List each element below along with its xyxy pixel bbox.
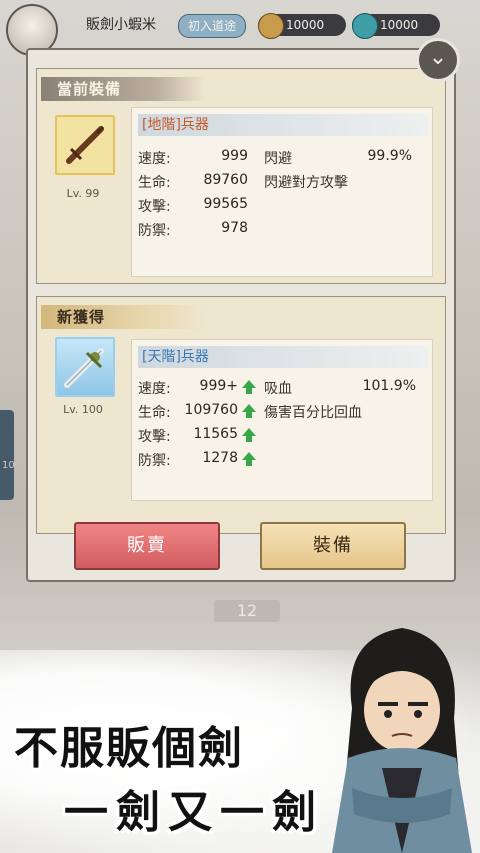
current-weapon-info: [地階]兵器 速度: 999 生命: 89760 攻擊: 99565 防禦: 9…	[131, 107, 433, 277]
stat-value-hp: 109760	[184, 402, 238, 418]
arrow-up-icon	[242, 428, 256, 442]
new-weapon-level: Lv. 100	[63, 403, 103, 416]
equip-button[interactable]: 裝備	[260, 522, 406, 570]
stat-label-hp: 生命:	[138, 175, 171, 191]
new-weapon-grade: [天階]兵器	[138, 346, 428, 368]
sell-button[interactable]: 販賣	[74, 522, 220, 570]
coin-value: 10000	[286, 18, 325, 32]
stat-label-defense: 防禦:	[138, 223, 171, 239]
special-label: 閃避	[264, 151, 292, 167]
stat-label-speed: 速度:	[138, 381, 171, 397]
stat-value-defense: 978	[221, 220, 248, 236]
new-weapon-slot[interactable]	[55, 337, 115, 397]
stat-value-hp: 89760	[203, 172, 248, 188]
arrow-up-icon	[242, 404, 256, 418]
special-value: 99.9%	[367, 148, 412, 164]
arrow-up-icon	[242, 380, 256, 394]
swordsman-character	[332, 628, 472, 853]
background-side-label: 10	[2, 460, 15, 471]
special-label: 吸血	[264, 381, 292, 397]
current-weapon-slot[interactable]	[55, 115, 115, 175]
background-counter: 12	[214, 600, 280, 622]
arrow-up-icon	[242, 452, 256, 466]
current-equipment-title: 當前裝備	[41, 77, 205, 101]
top-bar: 販劍小蝦米 初入道途 10000 10000	[0, 0, 480, 56]
chevron-down-icon: ⌄	[428, 45, 448, 70]
stat-value-speed: 999	[221, 148, 248, 164]
player-name: 販劍小蝦米	[86, 17, 156, 33]
coin-counter: 10000	[258, 13, 346, 39]
stat-label-hp: 生命:	[138, 405, 171, 421]
stat-value-attack: 11565	[193, 426, 238, 442]
current-equipment-panel: 當前裝備 Lv. 99 [地階]兵器 速度: 999 生命: 89760 攻擊:…	[36, 68, 446, 284]
gem-counter: 10000	[352, 13, 440, 39]
current-weapon-level: Lv. 99	[66, 187, 100, 200]
stat-value-defense: 1278	[202, 450, 238, 466]
sword-icon	[66, 125, 105, 164]
special-value: 101.9%	[362, 378, 416, 394]
status-badge: 初入道途	[178, 14, 246, 38]
new-weapon-info: [天階]兵器 速度: 999+ 生命: 109760 攻擊: 11565 防禦:…	[131, 339, 433, 501]
stat-value-speed: 999+	[199, 378, 238, 394]
current-weapon-grade: [地階]兵器	[138, 114, 428, 136]
stat-label-attack: 攻擊:	[138, 199, 171, 215]
sword-icon	[64, 348, 104, 388]
new-equipment-panel: 新獲得 Lv. 100 [天階]兵器 速度: 999+ 生命: 109760 攻…	[36, 296, 446, 534]
promo-slogan-line2: 一劍又一劍	[64, 787, 324, 838]
new-equipment-title: 新獲得	[41, 305, 205, 329]
equipment-compare-dialog: 當前裝備 Lv. 99 [地階]兵器 速度: 999 生命: 89760 攻擊:…	[26, 48, 456, 582]
coin-icon	[258, 13, 284, 39]
gem-value: 10000	[380, 18, 419, 32]
special-description: 閃避對方攻擊	[264, 175, 348, 191]
stat-value-attack: 99565	[203, 196, 248, 212]
gem-icon	[352, 13, 378, 39]
promo-slogan-line1: 不服販個劍	[14, 723, 244, 774]
stat-label-speed: 速度:	[138, 151, 171, 167]
collapse-button[interactable]: ⌄	[416, 38, 460, 82]
background-side-panel: 10	[0, 410, 15, 500]
stat-label-attack: 攻擊:	[138, 429, 171, 445]
special-description: 傷害百分比回血	[264, 405, 362, 421]
stat-label-defense: 防禦:	[138, 453, 171, 469]
